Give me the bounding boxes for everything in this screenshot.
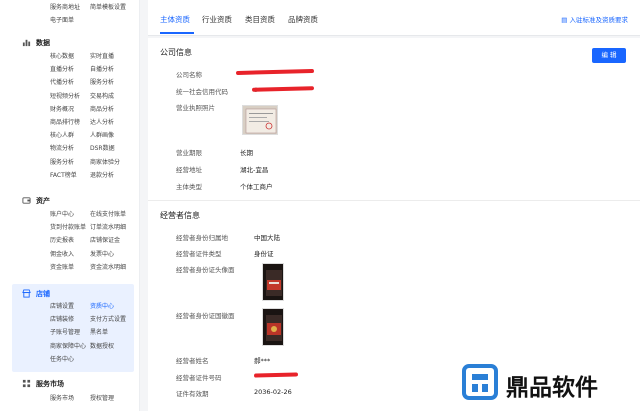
license-photo[interactable] [242,105,278,135]
tab-bar: 主体资质 行业资质 类目资质 品牌资质 ▤ 入驻标准及资质要求 [148,0,640,36]
sidebar-item-data[interactable]: FACT榜单 [50,170,77,179]
sidebar-item-store[interactable]: 资质中心 [90,301,114,310]
sidebar-item-market[interactable]: 服务市场 [50,393,74,402]
store-icon [22,289,31,298]
sidebar-item-assets[interactable]: 货到付款账单 [50,222,86,231]
sidebar-item-data[interactable]: 商品分析 [90,104,114,113]
sidebar-item-data[interactable]: 达人分析 [90,117,114,126]
sidebar-item-data[interactable]: 商家体验分 [90,157,120,166]
sidebar-item-store[interactable]: 店铺装修 [50,314,74,323]
sidebar-item-store[interactable]: 黑名单 [90,327,108,336]
entity-type-label: 主体类型 [176,183,202,191]
wallet-icon [22,197,31,204]
sidebar: 服务商地址 简单模板设置 电子面单 数据 核心数据 实时直播直播分析 自播分析代播分… [0,0,140,411]
sidebar-item-data[interactable]: 物流分析 [50,143,74,152]
main-content: 主体资质 行业资质 类目资质 品牌资质 ▤ 入驻标准及资质要求 公司信息 编 辑… [140,0,640,411]
sidebar-item-data[interactable]: 财务概况 [50,104,74,113]
id-expiry-value: 2036-02-26 [254,388,292,396]
credit-code-label: 统一社会信用代码 [176,88,228,96]
sidebar-item-data[interactable]: 商品排行榜 [50,117,80,126]
sidebar-item-data[interactable]: 退款分析 [90,170,114,179]
operator-section-title: 经营者信息 [160,211,200,220]
sidebar-item-assets[interactable]: 在线支付账单 [90,209,126,218]
sidebar-item-data[interactable]: 代播分析 [50,77,74,86]
business-term-label: 营业期限 [176,149,202,157]
sidebar-item-store[interactable]: 支付方式设置 [90,314,126,323]
active-tab-indicator [160,32,194,34]
tab-brand-qualification[interactable]: 品牌资质 [288,14,318,25]
sidebar-section-title: 服务市场 [36,380,64,388]
sidebar-item-store[interactable]: 任务中心 [50,354,74,363]
operator-name-value: 郝*** [254,357,271,365]
sidebar-item-assets[interactable]: 佣金收入 [50,249,74,258]
tab-category-qualification[interactable]: 类目资质 [245,14,275,25]
id-expiry-label: 证件有效期 [176,390,209,398]
sidebar-item-store[interactable]: 商家保障中心 [50,341,86,350]
sidebar-item-data[interactable]: 自播分析 [90,64,114,73]
entity-type-value: 个体工商户 [240,183,273,191]
tab-subject-qualification[interactable]: 主体资质 [160,14,190,25]
sidebar-item-assets[interactable]: 历史报表 [50,235,74,244]
operator-idno-label: 经营者证件号码 [176,374,222,382]
market-icon [22,379,31,388]
sidebar-item-data[interactable]: 短视频分析 [50,91,80,100]
sidebar-item[interactable]: 电子面单 [50,15,74,24]
operator-name-label: 经营者姓名 [176,357,209,365]
requirements-link-text: 入驻标准及资质要求 [569,16,629,24]
business-address-value: 湖北-宜昌 [240,166,269,174]
sidebar-item-data[interactable]: DSR数据 [90,143,115,152]
license-photo-label: 营业执照照片 [176,104,215,112]
operator-idtype-value: 身份证 [254,250,274,258]
watermark-text: 鼎品软件 [506,375,598,401]
operator-region-label: 经营者身份归属地 [176,234,228,242]
sidebar-section-title: 店铺 [36,290,50,298]
sidebar-section-title: 资产 [36,197,50,205]
sidebar-item[interactable]: 服务商地址 [50,2,80,11]
watermark-logo-icon [462,364,498,400]
sidebar-item-data[interactable]: 核心人群 [50,130,74,139]
sidebar-item-data[interactable]: 人群画像 [90,130,114,139]
sidebar-item-assets[interactable]: 订单流水明细 [90,222,126,231]
sidebar-item-market[interactable]: 授权管理 [90,393,114,402]
edit-button[interactable]: 编 辑 [592,48,626,63]
company-section-title: 公司信息 [160,48,192,57]
tab-industry-qualification[interactable]: 行业资质 [202,14,232,25]
sidebar-item-store[interactable]: 数据授权 [90,341,114,350]
sidebar-item-data[interactable]: 直播分析 [50,64,74,73]
id-front-label: 经营者身份证头像面 [176,266,235,274]
license-image-icon [245,108,277,134]
watermark-logo: 鼎品软件 [460,360,630,404]
id-photo-icon [266,270,282,296]
section-divider [148,200,640,201]
operator-region-value: 中国大陆 [254,234,280,242]
sidebar-item-data[interactable]: 服务分析 [50,157,74,166]
sidebar-item-data[interactable]: 实时直播 [90,51,114,60]
id-front-photo[interactable] [262,263,284,301]
sidebar-section-title: 数据 [36,39,50,47]
sidebar-item-assets[interactable]: 店铺保证金 [90,235,120,244]
company-name-label: 公司名称 [176,71,202,79]
sidebar-item[interactable]: 简单模板设置 [90,2,126,11]
sidebar-item-assets[interactable]: 资金流水明细 [90,262,126,271]
id-back-photo[interactable] [262,308,284,346]
business-address-label: 经营地址 [176,166,202,174]
sidebar-item-assets[interactable]: 资金账单 [50,262,74,271]
sidebar-item-store[interactable]: 店铺设置 [50,301,74,310]
sidebar-item-assets[interactable]: 账户中心 [50,209,74,218]
sidebar-item-data[interactable]: 核心数据 [50,51,74,60]
business-term-value: 长期 [240,149,253,157]
sidebar-item-assets[interactable]: 发票中心 [90,249,114,258]
requirements-link[interactable]: ▤ 入驻标准及资质要求 [561,14,628,24]
operator-idtype-label: 经营者证件类型 [176,250,222,258]
sidebar-item-store[interactable]: 子账号管理 [50,327,80,336]
sidebar-item-data[interactable]: 交易构成 [90,91,114,100]
id-photo-icon [266,315,282,341]
document-icon: ▤ [561,16,570,24]
id-back-label: 经营者身份证国徽面 [176,312,235,320]
chart-icon [22,39,31,47]
sidebar-item-data[interactable]: 服务分析 [90,77,114,86]
